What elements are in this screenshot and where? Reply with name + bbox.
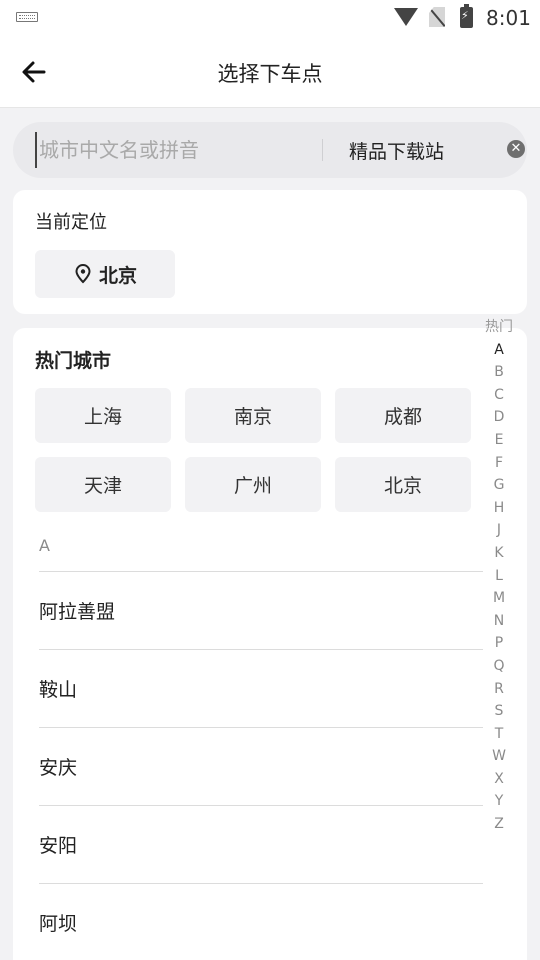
index-item[interactable]: K	[494, 542, 503, 565]
index-item[interactable]: C	[494, 384, 504, 407]
index-item[interactable]: A	[494, 339, 504, 362]
index-item[interactable]: R	[494, 678, 504, 701]
index-item-hot[interactable]: 热门	[485, 316, 513, 339]
page-title: 选择下车点	[217, 62, 323, 86]
hot-cities-title: 热门城市	[35, 350, 112, 372]
search-divider	[322, 139, 323, 161]
index-item[interactable]: P	[495, 632, 503, 655]
index-item[interactable]: F	[495, 452, 503, 475]
alphabet-index-bar[interactable]: 热门 A B C D E F G H J K L M N P Q R S T W…	[483, 316, 515, 836]
index-item[interactable]: G	[494, 474, 505, 497]
index-item[interactable]: Y	[495, 790, 504, 813]
index-item[interactable]: S	[495, 700, 504, 723]
index-item[interactable]: L	[495, 565, 503, 588]
keyboard-icon	[16, 12, 38, 22]
status-bar: 8:01	[0, 0, 540, 36]
hot-city-button[interactable]: 上海	[35, 388, 171, 443]
city-list-item[interactable]: 鞍山	[39, 649, 483, 727]
hot-city-button[interactable]: 天津	[35, 457, 171, 512]
index-item[interactable]: Q	[493, 655, 504, 678]
city-list-item[interactable]: 阿拉善盟	[39, 571, 483, 649]
index-item[interactable]: D	[494, 406, 505, 429]
index-item[interactable]: X	[494, 768, 504, 791]
current-location-city: 北京	[98, 264, 137, 287]
current-location-card: 当前定位 北京	[13, 190, 527, 314]
search-input[interactable]	[35, 132, 305, 168]
search-site-label[interactable]: 精品下载站	[349, 137, 444, 164]
index-item[interactable]: M	[493, 587, 505, 610]
hot-cities-grid: 上海 南京 成都 天津 广州 北京	[35, 388, 475, 512]
index-item[interactable]: N	[494, 610, 504, 633]
index-item[interactable]: H	[494, 497, 505, 520]
city-list-item[interactable]: 安庆	[39, 727, 483, 805]
index-item[interactable]: T	[495, 723, 504, 746]
current-location-button[interactable]: 北京	[35, 250, 175, 298]
index-item[interactable]: B	[494, 361, 504, 384]
index-item[interactable]: W	[492, 745, 506, 768]
city-list-card: 热门城市 上海 南京 成都 天津 广州 北京 A 阿拉善盟 鞍山 安庆 安阳 阿…	[13, 328, 527, 960]
index-item[interactable]: J	[497, 519, 501, 542]
hot-city-button[interactable]: 南京	[185, 388, 321, 443]
no-sim-icon	[429, 7, 445, 27]
hot-city-button[interactable]: 北京	[335, 457, 471, 512]
city-list-a: 阿拉善盟 鞍山 安庆 安阳 阿坝	[39, 571, 483, 960]
clear-icon[interactable]: ✕	[507, 140, 525, 158]
city-list-item[interactable]: 阿坝	[39, 883, 483, 960]
location-pin-icon	[75, 264, 91, 284]
current-location-title: 当前定位	[35, 212, 107, 233]
clock: 8:01	[486, 6, 531, 30]
battery-charging-icon	[460, 4, 473, 28]
app-bar: 选择下车点	[0, 36, 540, 108]
wifi-icon	[394, 8, 418, 26]
index-item[interactable]: E	[495, 429, 504, 452]
index-item[interactable]: Z	[494, 813, 504, 836]
section-header-a: A	[39, 536, 50, 555]
hot-city-button[interactable]: 广州	[185, 457, 321, 512]
search-bar: 精品下载站 ✕	[13, 122, 527, 178]
city-list-item[interactable]: 安阳	[39, 805, 483, 883]
hot-city-button[interactable]: 成都	[335, 388, 471, 443]
